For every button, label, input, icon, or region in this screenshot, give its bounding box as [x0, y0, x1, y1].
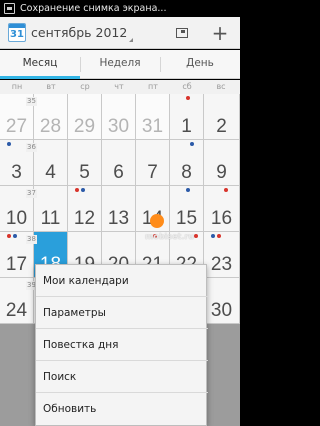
event-dot: [186, 96, 190, 100]
day-number: 6: [113, 162, 124, 183]
month-title[interactable]: сентябрь 2012: [31, 17, 134, 49]
week-number: 37: [26, 189, 37, 198]
weekday-label: ср: [80, 82, 90, 91]
event-dot: [81, 188, 85, 192]
week-number: 35: [26, 97, 37, 106]
options-menu: Мои календари Параметры Повестка дня Пои…: [35, 264, 208, 426]
day-number: 16: [210, 208, 233, 229]
day-number: 2: [216, 116, 227, 137]
day-cell[interactable]: 30: [102, 94, 136, 140]
day-cell[interactable]: 7: [136, 140, 170, 186]
today-button[interactable]: [170, 21, 194, 45]
day-number: 11: [40, 208, 61, 229]
week-number: 38: [26, 235, 37, 244]
day-cell[interactable]: 4: [34, 140, 68, 186]
event-dot: [211, 234, 215, 238]
day-cell[interactable]: 30: [204, 278, 240, 324]
day-number: 31: [141, 116, 164, 137]
day-number: 17: [5, 254, 28, 275]
calendar-app-icon[interactable]: 31: [8, 23, 26, 42]
add-event-button[interactable]: +: [208, 21, 232, 45]
day-cell[interactable]: 29: [68, 94, 102, 140]
event-dot: [224, 188, 228, 192]
day-number: 9: [216, 162, 227, 183]
day-cell[interactable]: 23: [204, 232, 240, 278]
calendar-badge-number: 31: [10, 29, 24, 40]
day-number: 15: [175, 208, 198, 229]
day-cell[interactable]: 6: [102, 140, 136, 186]
day-number: 8: [181, 162, 192, 183]
day-cell[interactable]: 13: [102, 186, 136, 232]
day-cell[interactable]: 8: [170, 140, 204, 186]
menu-item-my-calendars[interactable]: Мои календари: [36, 265, 208, 297]
tab-month[interactable]: Месяц: [0, 50, 80, 79]
watermark-text: mobiset.ru: [145, 232, 194, 241]
menu-item-refresh[interactable]: Обновить: [36, 393, 208, 425]
day-number: 7: [147, 162, 158, 183]
today-icon: [176, 28, 188, 38]
day-number: 13: [107, 208, 130, 229]
weekday-label: чт: [114, 82, 124, 91]
event-dot: [75, 188, 79, 192]
status-notification: Сохранение снимка экрана...: [20, 3, 167, 14]
day-number: 10: [5, 208, 28, 229]
view-tabs: Месяц Неделя День: [0, 50, 240, 79]
day-number: 4: [45, 162, 56, 183]
day-cell[interactable]: 9: [204, 140, 240, 186]
day-cell[interactable]: 5: [68, 140, 102, 186]
day-number: 24: [5, 300, 28, 321]
watermark-logo: [150, 214, 164, 228]
day-cell[interactable]: 12: [68, 186, 102, 232]
day-number: 30: [210, 300, 233, 321]
day-number: 23: [210, 254, 233, 275]
event-dot: [186, 188, 190, 192]
week-number: 36: [26, 143, 37, 152]
day-number: 1: [181, 116, 192, 137]
action-bar: 31 сентябрь 2012 +: [0, 17, 240, 49]
screenshot-icon: [4, 3, 15, 14]
weekday-label: вс: [216, 82, 226, 91]
event-dot: [7, 234, 11, 238]
day-number: 28: [39, 116, 62, 137]
day-number: 30: [107, 116, 130, 137]
day-cell[interactable]: 16: [204, 186, 240, 232]
menu-item-agenda[interactable]: Повестка дня: [36, 329, 208, 361]
event-dot: [13, 234, 17, 238]
tab-day[interactable]: День: [160, 50, 240, 79]
weekday-label: пн: [11, 82, 23, 91]
menu-item-search[interactable]: Поиск: [36, 361, 208, 393]
weekday-header: пн вт ср чт пт сб вс: [0, 80, 240, 94]
day-cell[interactable]: 1: [170, 94, 204, 140]
day-number: 29: [73, 116, 96, 137]
day-cell[interactable]: 28: [34, 94, 68, 140]
menu-item-settings[interactable]: Параметры: [36, 297, 208, 329]
event-dot: [194, 234, 198, 238]
day-number: 5: [79, 162, 90, 183]
event-dot: [217, 234, 221, 238]
day-number: 3: [11, 162, 22, 183]
day-cell[interactable]: 2: [204, 94, 240, 140]
status-bar: Сохранение снимка экрана...: [0, 0, 240, 17]
day-cell[interactable]: 31: [136, 94, 170, 140]
day-number: 27: [5, 116, 28, 137]
day-number: 12: [73, 208, 96, 229]
event-dot: [190, 142, 194, 146]
day-cell[interactable]: 15: [170, 186, 204, 232]
weekday-label: вт: [46, 82, 56, 91]
weekday-label: пт: [148, 82, 158, 91]
day-cell[interactable]: 11: [34, 186, 68, 232]
event-dot: [7, 142, 11, 146]
tab-week[interactable]: Неделя: [80, 50, 160, 79]
weekday-label: сб: [182, 82, 192, 91]
